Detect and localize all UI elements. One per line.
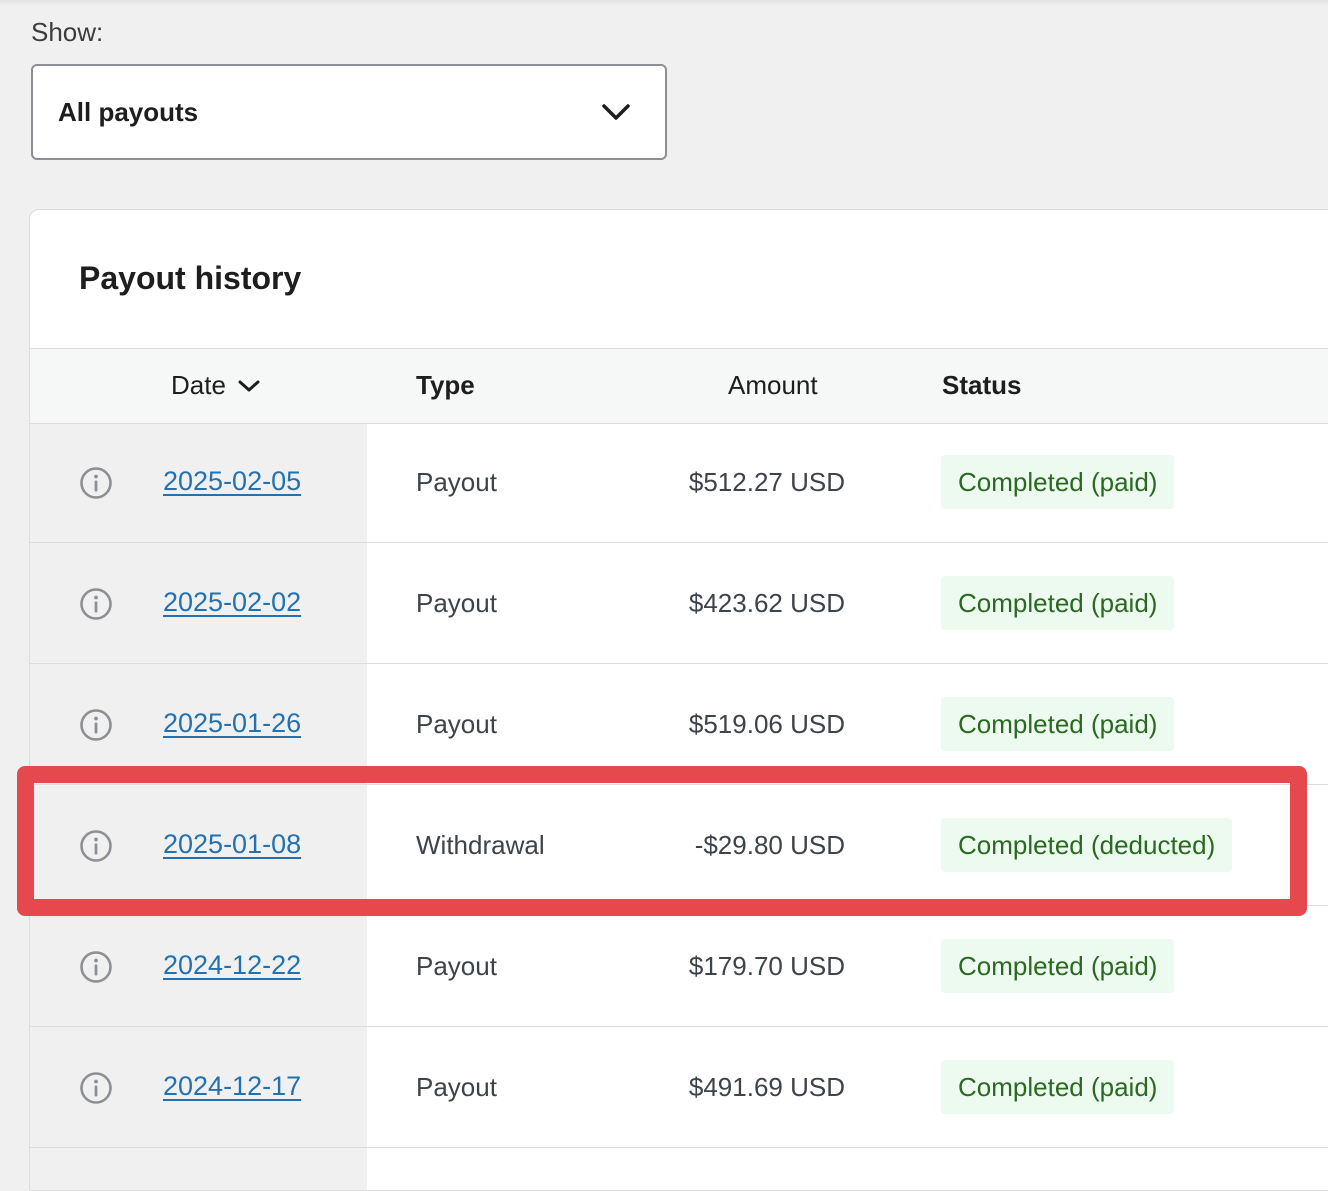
table-row: 2025-02-02 Payout $423.62 USD Completed (pa…: [30, 543, 1328, 664]
column-header-type: Type: [416, 370, 475, 400]
payout-type: Payout: [416, 951, 497, 981]
payout-type: Payout: [416, 1072, 497, 1102]
info-circle-icon[interactable]: [79, 587, 113, 621]
column-header-amount: Amount: [728, 370, 818, 400]
filter-label: Show:: [31, 17, 104, 47]
payout-amount: $423.62 USD: [688, 588, 845, 618]
payout-type: Payout: [416, 588, 497, 618]
status-badge: Completed (paid): [941, 576, 1175, 630]
payout-amount: $519.06 USD: [688, 709, 845, 739]
column-header-date[interactable]: Date: [171, 370, 260, 401]
payout-amount: $512.27 USD: [688, 467, 845, 497]
info-circle-icon[interactable]: [79, 950, 113, 984]
payout-filter-select[interactable]: All payouts: [31, 64, 667, 160]
payout-date-link[interactable]: 2025-02-02: [163, 587, 301, 618]
table-row: 2024-12-17 Payout $491.69 USD Completed (pa…: [30, 1027, 1328, 1148]
payout-date-link[interactable]: 2025-02-05: [163, 466, 301, 497]
info-circle-icon[interactable]: [79, 1071, 113, 1105]
card-title: Payout history: [79, 260, 302, 296]
payout-date-link[interactable]: 2025-01-26: [163, 708, 301, 739]
highlight-box: [17, 766, 1307, 916]
info-circle-icon[interactable]: [79, 708, 113, 742]
status-badge: Completed (paid): [941, 1060, 1175, 1114]
status-badge: Completed (paid): [941, 455, 1175, 509]
chevron-down-icon: [602, 104, 630, 120]
table-row: 2025-02-05 Payout $512.27 USD Completed (pa…: [30, 422, 1328, 543]
payout-history-card: Payout history Date Type Amount Status 2…: [29, 209, 1328, 1191]
chevron-down-icon: [238, 380, 260, 391]
payout-amount: $491.69 USD: [688, 1072, 845, 1102]
payout-date-link[interactable]: 2024-12-17: [163, 1071, 301, 1102]
status-badge: Completed (paid): [941, 939, 1175, 993]
table-row: 2024-12-22 Payout $179.70 USD Completed (pa…: [30, 906, 1328, 1027]
payout-type: Payout: [416, 709, 497, 739]
column-header-date-label: Date: [171, 370, 226, 400]
status-badge: Completed (paid): [941, 697, 1175, 751]
column-header-status: Status: [942, 370, 1022, 400]
info-circle-icon[interactable]: [79, 466, 113, 500]
top-shadow: [0, 0, 1328, 6]
payout-filter-value: All payouts: [58, 96, 199, 127]
payout-date-link[interactable]: 2024-12-22: [163, 950, 301, 981]
payout-type: Payout: [416, 467, 497, 497]
payout-amount: $179.70 USD: [688, 951, 845, 981]
